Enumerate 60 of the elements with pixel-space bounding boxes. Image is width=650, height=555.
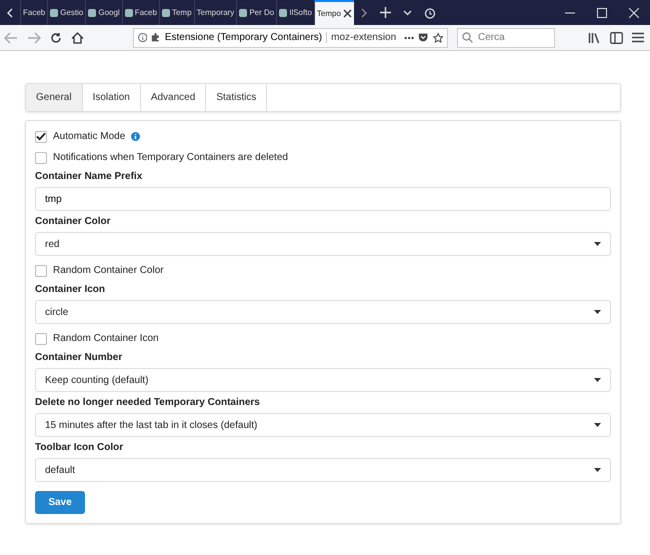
checkbox-label: Random Container Color <box>53 265 164 276</box>
site-icon <box>50 8 58 16</box>
field-label: Container Number <box>35 352 124 363</box>
settings-tab[interactable]: General <box>26 84 83 111</box>
field-label: Delete no longer needed Temporary Containers <box>35 397 261 408</box>
checkbox-label: Notifications when Temporary Containers are deleted <box>53 152 288 163</box>
info-icon[interactable] <box>131 132 140 141</box>
search-icon <box>462 32 473 43</box>
caret-icon <box>594 242 601 246</box>
chevron-left-icon[interactable] <box>6 8 14 18</box>
library-icon[interactable] <box>588 32 601 44</box>
site-identity: Estensione (Temporary Containers) <box>164 32 328 43</box>
dropdown[interactable]: 15 minutes after the last tab in it closes (default) <box>35 413 611 437</box>
caret-icon <box>594 423 601 427</box>
close-icon[interactable] <box>342 9 352 18</box>
dropdown[interactable]: red <box>35 232 611 256</box>
chevron-down-icon[interactable] <box>402 10 412 16</box>
checkbox[interactable] <box>35 264 47 276</box>
checkbox-label: Automatic Mode <box>53 131 126 142</box>
caret-icon <box>594 378 601 382</box>
alarm-clock-icon[interactable] <box>424 6 436 18</box>
url-text: moz-extension <box>331 32 396 43</box>
site-icon <box>88 8 96 16</box>
save-button[interactable]: Save <box>35 491 85 514</box>
checkbox[interactable] <box>35 130 47 142</box>
site-icon <box>279 8 288 16</box>
caret-icon <box>594 310 601 314</box>
info-icon[interactable] <box>138 32 148 43</box>
caret-icon <box>594 468 601 472</box>
text-field[interactable]: tmp <box>35 187 611 211</box>
site-icon <box>239 8 248 16</box>
checkbox[interactable] <box>35 152 47 164</box>
pocket-icon[interactable] <box>418 32 429 43</box>
dropdown[interactable]: default <box>35 458 611 482</box>
settings-tab[interactable]: Advanced <box>140 84 206 111</box>
field-label: Container Name Prefix <box>35 171 144 182</box>
address-bar[interactable]: Estensione (Temporary Containers) moz-extension <box>133 28 448 48</box>
site-icon <box>124 8 133 16</box>
checkbox[interactable] <box>35 332 47 344</box>
dropdown[interactable]: Keep counting (default) <box>35 368 611 392</box>
plus-icon[interactable] <box>380 7 391 18</box>
field-label: Toolbar Icon Color <box>35 442 124 453</box>
settings-tab[interactable]: Isolation <box>82 84 141 111</box>
search-field[interactable]: Cerca <box>457 28 555 48</box>
browser-tab[interactable]: Tempo <box>314 0 354 25</box>
checkbox-label: Random Container Icon <box>53 333 159 344</box>
puzzle-icon <box>151 32 161 43</box>
field-label: Container Icon <box>35 284 106 295</box>
sidebar-icon[interactable] <box>610 32 623 44</box>
star-icon[interactable] <box>432 32 444 44</box>
site-icon <box>162 8 170 16</box>
menu-icon[interactable] <box>632 32 644 43</box>
home-icon[interactable] <box>71 32 84 44</box>
chevron-right-icon[interactable] <box>360 8 368 18</box>
field-label: Container Color <box>35 216 112 227</box>
more-icon[interactable] <box>404 36 414 40</box>
dropdown[interactable]: circle <box>35 300 611 324</box>
settings-tab[interactable]: Statistics <box>206 84 268 111</box>
reload-icon[interactable] <box>50 32 62 44</box>
maximize-icon[interactable] <box>597 8 607 18</box>
